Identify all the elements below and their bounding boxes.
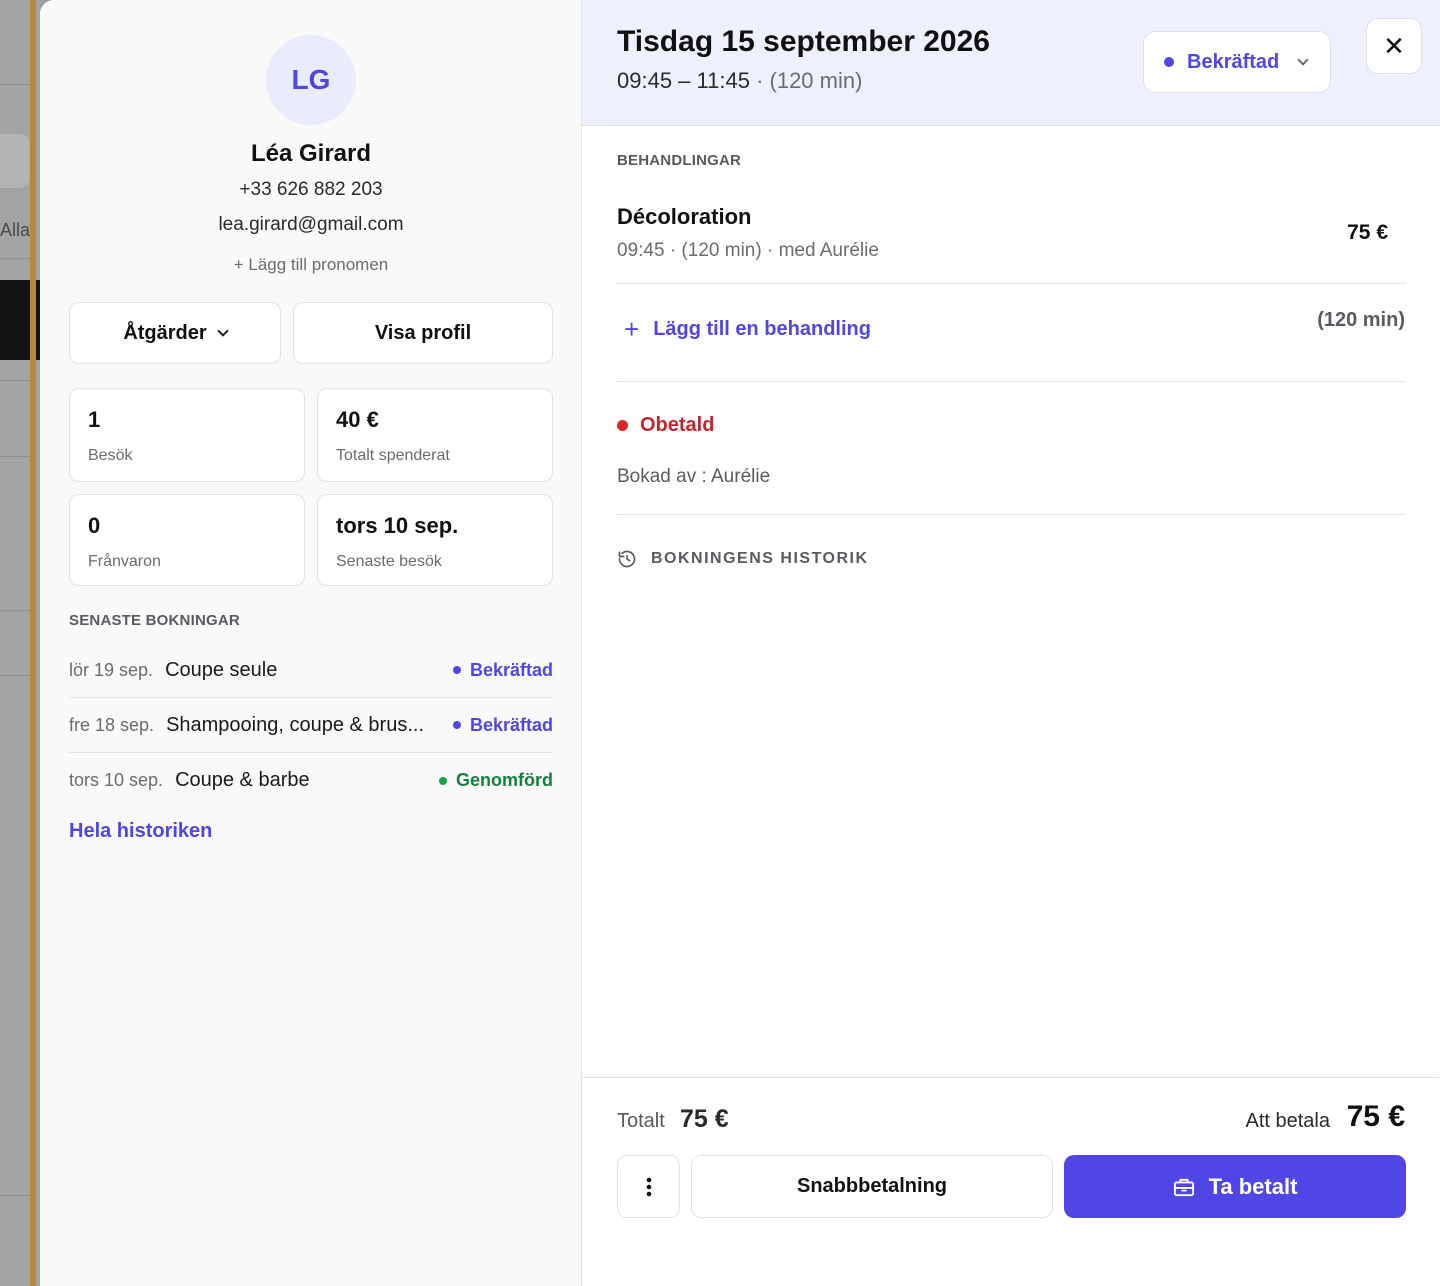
amount-due-value: 75 € [1346,1100,1405,1133]
add-treatment-label: Lägg till en behandling [653,318,871,340]
status-dot-icon [439,776,447,785]
treatment-name[interactable]: Décoloration [617,204,751,230]
status-label: Genomförd [456,770,553,790]
chevron-down-icon [1297,53,1309,66]
booking-history-label: BOKNINGENS HISTORIK [651,550,869,567]
background-divider [0,84,30,85]
chevron-down-icon [217,324,229,337]
status-dot-icon [617,420,628,431]
client-panel: LG Léa Girard +33 626 882 203 lea.girard… [40,0,582,1286]
stat-card-total-spent: 40 € Totalt spenderat [317,388,553,482]
total-duration: (120 min) [1317,309,1405,331]
stat-label: Totalt spenderat [336,447,450,464]
payment-footer: Totalt 75 € Att betala 75 € Snabbbetalni… [582,1077,1440,1286]
booking-drawer: LG Léa Girard +33 626 882 203 lea.girard… [40,0,1440,1286]
payment-status: Obetald [617,414,714,437]
more-vertical-icon [646,1177,651,1196]
amount-due-label: Att betala [1245,1110,1330,1132]
background-divider [0,380,30,381]
background-divider [0,675,30,676]
status-badge: Bekräftad [452,714,553,736]
treatment-price: 75 € [1347,221,1388,244]
close-icon: ✕ [1383,30,1405,61]
recent-booking-row[interactable]: lör 19 sep. Coupe seule Bekräftad [69,643,553,698]
background-divider [0,258,30,259]
stat-card-no-shows: 0 Frånvaron [69,494,305,586]
booking-duration: · (120 min) [756,68,863,93]
actions-dropdown-button[interactable]: Åtgärder [69,302,281,364]
add-pronoun-link[interactable]: + Lägg till pronomen [40,255,582,275]
booking-header: Tisdag 15 september 2026 09:45 – 11:45 ·… [582,0,1440,126]
booking-time: 09:45 – 11:45 · (120 min) [617,68,862,94]
stat-label: Frånvaron [88,553,161,570]
background-tab-all: Alla [0,220,31,240]
stat-label: Besök [88,447,133,464]
background-divider [0,1195,30,1196]
booked-by: Bokad av : Aurélie [617,466,771,487]
recent-booking-service: Coupe & barbe [175,769,310,791]
client-phone: +33 626 882 203 [239,179,383,200]
status-label: Bekräftad [469,659,553,680]
stat-value: 0 [88,513,101,538]
client-email: lea.girard@gmail.com [218,214,404,235]
divider [617,381,1406,382]
total-label: Totalt [617,1110,665,1132]
status-badge: Bekräftad [452,659,553,681]
recent-booking-service: Coupe seule [165,658,278,681]
booking-details-panel: Tisdag 15 september 2026 09:45 – 11:45 ·… [582,0,1440,1286]
register-icon [1173,1178,1194,1196]
divider [617,514,1406,515]
add-treatment-button[interactable]: + Lägg till en behandling [624,314,871,345]
client-name: Léa Girard [250,140,372,167]
total-value: 75 € [680,1105,729,1133]
recent-booking-row[interactable]: fre 18 sep. Shampooing, coupe & brus... … [69,698,553,753]
recent-booking-date: tors 10 sep. [69,770,164,790]
status-label: Bekräftad [469,714,553,735]
quick-payment-label: Snabbbetalning [797,1175,947,1197]
take-payment-label: Ta betalt [1208,1173,1298,1199]
recent-bookings-title: SENASTE BOKNINGAR [69,612,240,629]
view-profile-button[interactable]: Visa profil [293,302,553,364]
background-search-field [0,134,30,188]
stat-label: Senaste besök [336,553,442,570]
status-dot-icon [1164,57,1174,67]
all-history-link[interactable]: Hela historiken [69,820,212,843]
actions-button-label: Åtgärder [123,321,207,344]
booking-history-toggle[interactable]: BOKNINGENS HISTORIK [617,549,869,569]
treatments-title: BEHANDLINGAR [617,152,742,169]
take-payment-button[interactable]: Ta betalt [1064,1155,1406,1218]
stat-card-visits: 1 Besök [69,388,305,482]
booking-date-title: Tisdag 15 september 2026 [617,25,990,58]
recent-booking-service: Shampooing, coupe & brus... [166,713,425,736]
recent-booking-date: lör 19 sep. [69,659,154,680]
avatar: LG [266,35,356,125]
close-button[interactable]: ✕ [1366,18,1422,74]
background-divider [0,610,30,611]
booking-status-label: Bekräftad [1187,50,1280,73]
more-options-button[interactable] [617,1155,680,1218]
stat-value: tors 10 sep. [336,513,459,538]
divider [617,283,1406,284]
background-accent-border [30,0,36,1286]
booking-status-dropdown[interactable]: Bekräftad [1143,31,1331,93]
stat-value: 40 € [336,407,379,432]
quick-payment-button[interactable]: Snabbbetalning [691,1155,1053,1218]
background-divider [0,456,30,457]
view-profile-label: Visa profil [374,321,472,344]
stat-card-last-visit: tors 10 sep. Senaste besök [317,494,553,586]
status-dot-icon [452,666,461,674]
stat-value: 1 [88,407,101,432]
booking-time-range: 09:45 – 11:45 [617,68,750,93]
status-dot-icon [452,721,461,729]
plus-icon: + [624,314,640,344]
payment-status-label: Obetald [640,414,715,436]
recent-booking-date: fre 18 sep. [69,714,155,735]
treatment-details: 09:45 · (120 min) · med Aurélie [617,240,879,261]
history-icon [618,550,636,568]
status-badge: Genomförd [439,770,553,791]
recent-booking-row[interactable]: tors 10 sep. Coupe & barbe Genomförd [69,753,553,808]
